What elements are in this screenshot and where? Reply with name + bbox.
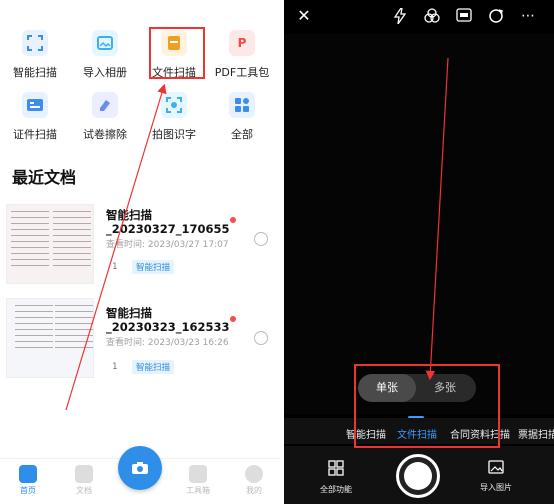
doc-title-line2: _20230323_162533 [106, 320, 230, 334]
tool-ocr[interactable]: 拍图识字 [140, 92, 208, 142]
docs-icon [75, 465, 93, 483]
tool-label: 全部 [231, 128, 253, 141]
doc-time: 查看时间: 2023/03/27 17:07 [106, 240, 229, 250]
camera-viewfinder [284, 34, 554, 414]
import-image-label: 导入图片 [480, 483, 512, 492]
select-radio[interactable] [254, 331, 268, 345]
select-radio[interactable] [254, 232, 268, 246]
home-screen: 智能扫描 导入相册 文件扫描 P PDF工具包 证件扫描 试卷擦除 拍图识字 全… [0, 0, 280, 504]
page-count: 1 [112, 262, 118, 272]
tool-label: 智能扫描 [13, 66, 57, 79]
tool-label: PDF工具包 [214, 66, 270, 79]
shutter-inner [404, 462, 432, 490]
all-functions-label: 全部功能 [320, 485, 352, 494]
tool-pdf-toolkit[interactable]: P PDF工具包 [208, 30, 276, 80]
doc-thumbnail [6, 298, 94, 378]
tool-smart-scan[interactable]: 智能扫描 [1, 30, 69, 80]
mode-receipt-scan[interactable]: 票据扫描 [518, 426, 554, 441]
rotate-icon[interactable] [488, 8, 504, 24]
id-scan-icon [22, 92, 48, 118]
user-icon [245, 465, 263, 483]
all-functions-button[interactable]: 全部功能 [320, 460, 352, 495]
nav-label: 我的 [246, 486, 262, 495]
tool-id-scan[interactable]: 证件扫描 [1, 92, 69, 142]
tool-label: 导入相册 [83, 66, 127, 79]
nav-toolbox[interactable]: 工具箱 [178, 465, 218, 496]
page-count: 1 [112, 362, 118, 372]
doc-time: 查看时间: 2023/03/23 16:26 [106, 338, 229, 348]
nav-home[interactable]: 首页 [8, 465, 48, 496]
home-icon [19, 465, 37, 483]
doc-title-line1: 智能扫描 [106, 208, 152, 222]
smart-scan-icon [22, 30, 48, 56]
shutter-button[interactable] [396, 454, 440, 498]
doc-tag: 智能扫描 [132, 260, 175, 274]
tool-label: 证件扫描 [13, 128, 57, 141]
screenshot-frame: 智能扫描 导入相册 文件扫描 P PDF工具包 证件扫描 试卷擦除 拍图识字 全… [0, 0, 554, 504]
highlight-box [354, 364, 500, 448]
nav-label: 工具箱 [186, 486, 210, 495]
close-icon[interactable]: ✕ [296, 8, 312, 24]
camera-icon [132, 462, 148, 474]
doc-title-line1: 智能扫描 [106, 306, 152, 320]
camera-screen: ✕ ⋯ 单张 多张 智能扫描 文件扫描 合同资料扫描 票据扫描 全部功能 导入图… [284, 0, 554, 504]
paper-erase-icon [92, 92, 118, 118]
camera-button[interactable] [118, 446, 162, 490]
toolbox-icon [189, 465, 207, 483]
pdf-toolkit-icon: P [229, 30, 255, 56]
tool-album-import[interactable]: 导入相册 [71, 30, 139, 80]
grid-icon [328, 460, 344, 476]
list-item[interactable]: 智能扫描 _20230327_170655 查看时间: 2023/03/27 1… [0, 200, 280, 290]
list-item[interactable]: 智能扫描 _20230323_162533 查看时间: 2023/03/23 1… [0, 298, 280, 388]
nav-mine[interactable]: 我的 [234, 465, 274, 496]
tool-paper-erase[interactable]: 试卷擦除 [71, 92, 139, 142]
ocr-icon [161, 92, 187, 118]
import-image-button[interactable]: 导入图片 [480, 460, 512, 493]
unread-dot [230, 217, 236, 223]
highlight-box [149, 27, 205, 79]
section-title: 最近文档 [12, 168, 77, 187]
all-apps-icon [229, 92, 255, 118]
image-icon [488, 460, 504, 474]
camera-topbar: ✕ ⋯ [284, 0, 554, 34]
doc-tag: 智能扫描 [132, 360, 175, 374]
flash-icon[interactable] [392, 7, 408, 25]
album-import-icon [92, 30, 118, 56]
hd-icon[interactable] [456, 8, 472, 24]
tool-label: 试卷擦除 [83, 128, 127, 141]
doc-title-line2: _20230327_170655 [106, 222, 230, 236]
doc-thumbnail [6, 204, 94, 284]
tool-all[interactable]: 全部 [208, 92, 276, 142]
nav-label: 首页 [20, 486, 36, 495]
filter-icon[interactable] [424, 8, 440, 24]
nav-label: 文档 [76, 486, 92, 495]
nav-docs[interactable]: 文档 [64, 465, 104, 496]
more-icon[interactable]: ⋯ [520, 8, 536, 24]
unread-dot [230, 316, 236, 322]
tool-label: 拍图识字 [152, 128, 196, 141]
